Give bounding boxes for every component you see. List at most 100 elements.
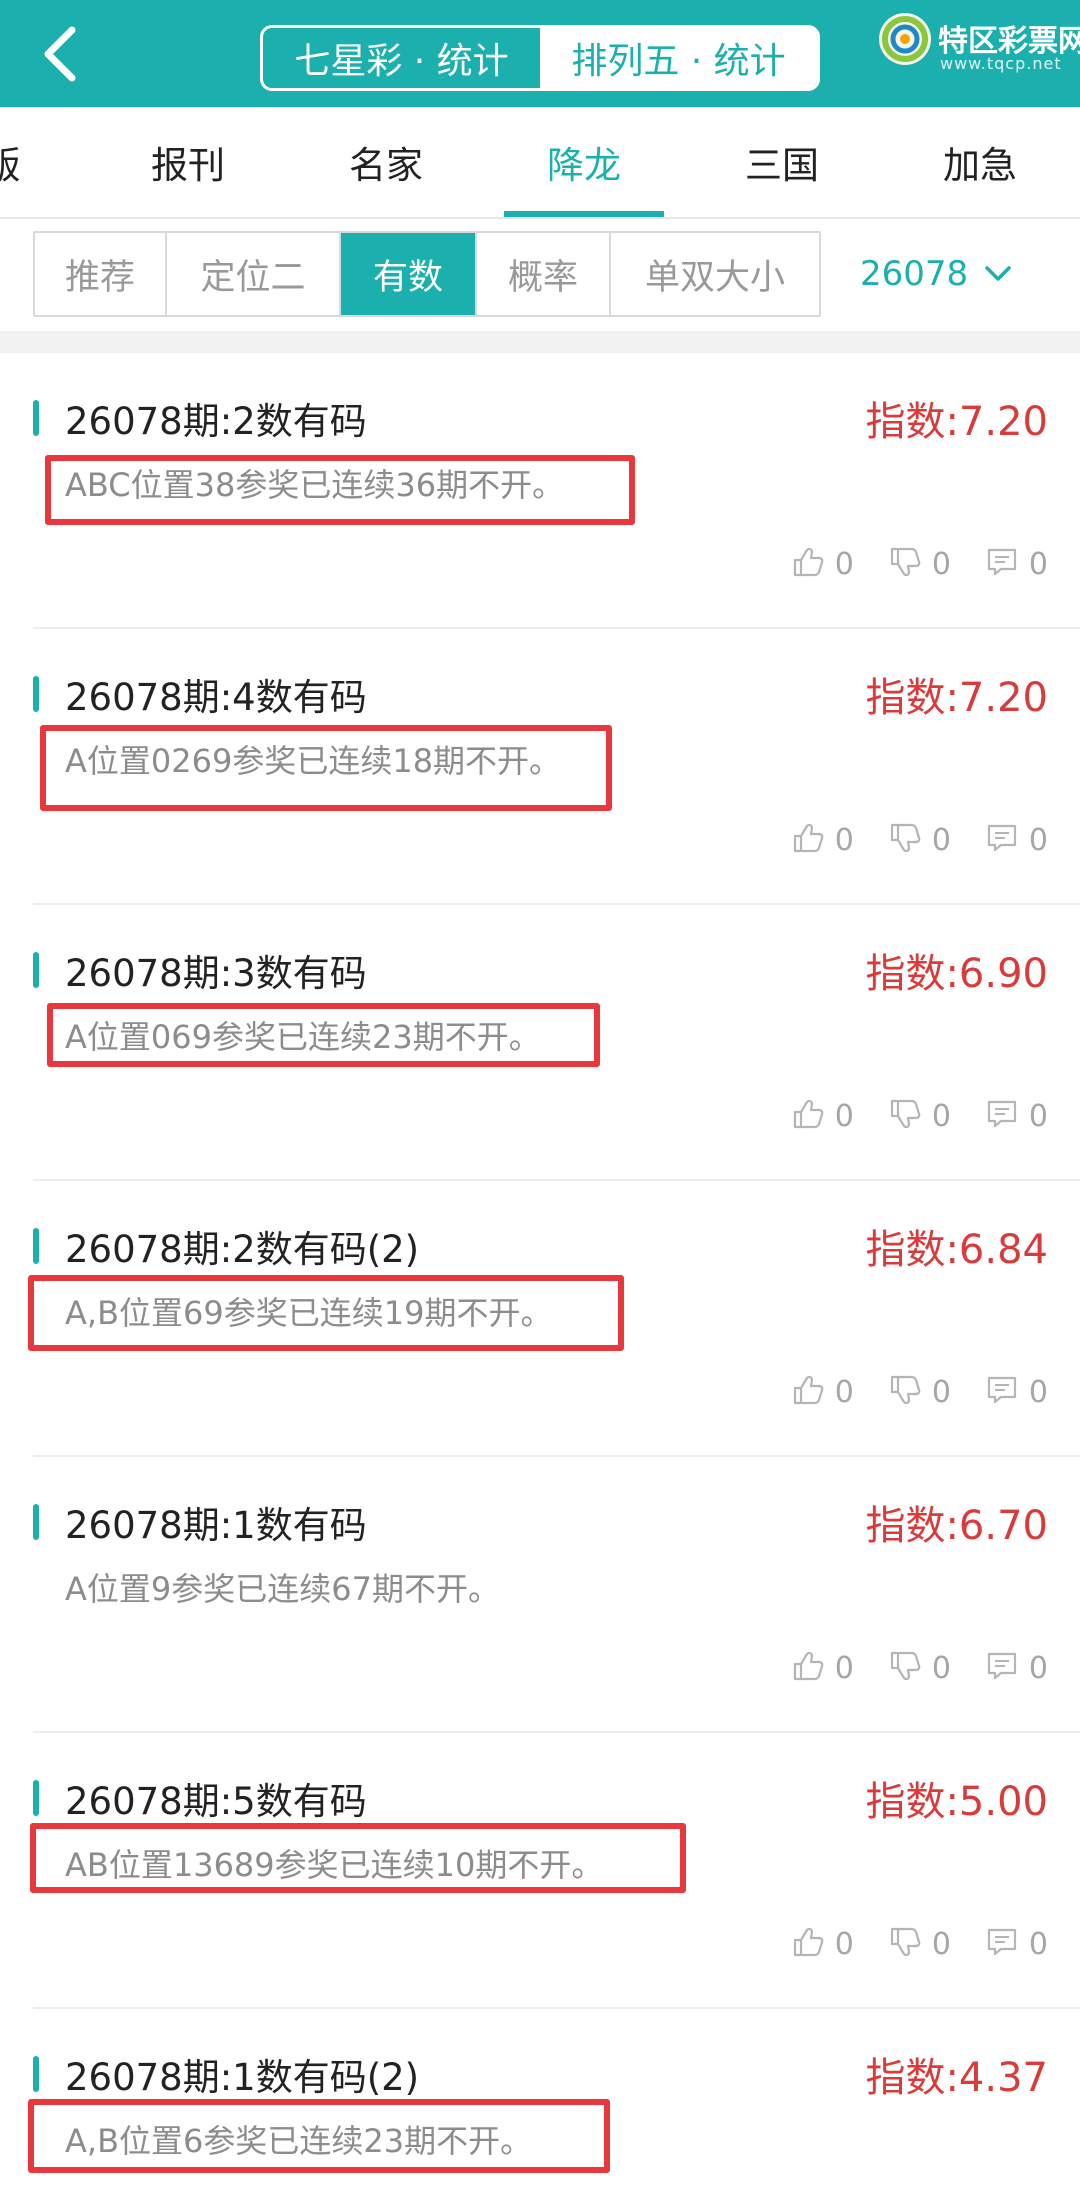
tab-xianglong[interactable]: 降龙	[504, 107, 664, 217]
chevron-left-icon	[44, 26, 76, 82]
logo-swirl-icon	[879, 13, 931, 65]
prediction-card[interactable]: 26078期:2数有码(2) 指数:6.84 A,B位置69参奖已连续19期不开…	[0, 1181, 1080, 1457]
like-button[interactable]: 0	[791, 1649, 854, 1687]
card-title: 26078期:1数有码	[65, 1504, 367, 1547]
card-marker	[33, 1780, 39, 1816]
card-description: A位置9参奖已连续67期不开。	[65, 1570, 500, 1608]
dislike-button[interactable]: 0	[888, 1097, 951, 1135]
dislike-count: 0	[931, 546, 951, 582]
dislike-button[interactable]: 0	[888, 545, 951, 583]
dislike-count: 0	[931, 822, 951, 858]
like-button[interactable]: 0	[791, 1925, 854, 1963]
prediction-list: 26078期:2数有码 指数:7.20 ABC位置38参奖已连续36期不开。 0…	[0, 353, 1080, 2191]
thumbs-down-icon	[888, 1097, 922, 1135]
dislike-count: 0	[931, 1374, 951, 1410]
category-tabs: 版 报刊 名家 降龙 三国 加急	[0, 107, 1080, 219]
prediction-card[interactable]: 26078期:1数有码(2) 指数:4.37 A,B位置6参奖已连续23期不开。…	[0, 2009, 1080, 2191]
tab-ban[interactable]: 版	[0, 107, 82, 217]
comment-icon	[985, 545, 1019, 583]
chevron-down-icon	[985, 266, 1011, 281]
card-marker	[33, 676, 39, 712]
tab-jiaji[interactable]: 加急	[900, 107, 1060, 217]
prediction-card[interactable]: 26078期:5数有码 指数:5.00 AB位置13689参奖已连续10期不开。…	[0, 1733, 1080, 2009]
card-index: 指数:4.37	[865, 2055, 1048, 2101]
tab-sanguo[interactable]: 三国	[702, 107, 862, 217]
comment-count: 0	[1028, 1650, 1048, 1686]
card-title: 26078期:2数有码	[65, 400, 367, 443]
like-button[interactable]: 0	[791, 821, 854, 859]
thumbs-up-icon	[791, 1373, 825, 1411]
card-index: 指数:7.20	[865, 675, 1048, 721]
site-logo: 特区彩票网 www.tqcp.net	[876, 6, 1080, 86]
issue-dropdown[interactable]: 26078	[860, 231, 1060, 317]
thumbs-down-icon	[888, 1925, 922, 1963]
card-title: 26078期:5数有码	[65, 1780, 367, 1823]
like-button[interactable]: 0	[791, 1373, 854, 1411]
comment-count: 0	[1028, 822, 1048, 858]
like-count: 0	[834, 1374, 854, 1410]
comment-button[interactable]: 0	[985, 1649, 1048, 1687]
filter-gailv[interactable]: 概率	[477, 233, 611, 315]
section-gap	[0, 331, 1080, 353]
comment-count: 0	[1028, 1374, 1048, 1410]
like-button[interactable]: 0	[791, 545, 854, 583]
comment-icon	[985, 1097, 1019, 1135]
card-description: AB位置13689参奖已连续10期不开。	[65, 1846, 604, 1884]
prediction-card[interactable]: 26078期:2数有码 指数:7.20 ABC位置38参奖已连续36期不开。 0…	[0, 353, 1080, 629]
like-count: 0	[834, 822, 854, 858]
thumbs-down-icon	[888, 1649, 922, 1687]
comment-count: 0	[1028, 1926, 1048, 1962]
dislike-button[interactable]: 0	[888, 821, 951, 859]
thumbs-up-icon	[791, 545, 825, 583]
card-title: 26078期:4数有码	[65, 676, 367, 719]
comment-button[interactable]: 0	[985, 1097, 1048, 1135]
tab-mingjia[interactable]: 名家	[306, 107, 466, 217]
card-actions: 0 0 0	[757, 1649, 1048, 1687]
prediction-card[interactable]: 26078期:3数有码 指数:6.90 A位置069参奖已连续23期不开。 0 …	[0, 905, 1080, 1181]
issue-value: 26078	[860, 254, 969, 294]
comment-icon	[985, 1373, 1019, 1411]
dislike-count: 0	[931, 1650, 951, 1686]
prediction-card[interactable]: 26078期:1数有码 指数:6.70 A位置9参奖已连续67期不开。 0 0 …	[0, 1457, 1080, 1733]
card-marker	[33, 952, 39, 988]
card-index: 指数:5.00	[865, 1779, 1048, 1825]
card-index: 指数:6.84	[865, 1227, 1048, 1273]
like-button[interactable]: 0	[791, 1097, 854, 1135]
card-marker	[33, 2056, 39, 2092]
thumbs-down-icon	[888, 821, 922, 859]
like-count: 0	[834, 1098, 854, 1134]
card-description: A位置069参奖已连续23期不开。	[65, 1018, 541, 1056]
comment-button[interactable]: 0	[985, 1925, 1048, 1963]
back-button[interactable]	[28, 22, 92, 86]
comment-button[interactable]: 0	[985, 1373, 1048, 1411]
comment-icon	[985, 1649, 1019, 1687]
dislike-button[interactable]: 0	[888, 1925, 951, 1963]
card-index: 指数:6.70	[865, 1503, 1048, 1549]
top-header: 七星彩 · 统计 排列五 · 统计 特区彩票网 www.tqcp.net	[0, 0, 1080, 107]
card-title: 26078期:2数有码(2)	[65, 1228, 420, 1271]
segment-qixingcai[interactable]: 七星彩 · 统计	[263, 28, 540, 88]
card-title: 26078期:3数有码	[65, 952, 367, 995]
segment-pailiewu[interactable]: 排列五 · 统计	[540, 28, 817, 88]
filter-bar: 推荐 定位二 有数 概率 单双大小 26078	[0, 219, 1080, 331]
filter-chips: 推荐 定位二 有数 概率 单双大小	[33, 231, 821, 317]
comment-button[interactable]: 0	[985, 821, 1048, 859]
dislike-button[interactable]: 0	[888, 1649, 951, 1687]
comment-count: 0	[1028, 1098, 1048, 1134]
comment-icon	[985, 821, 1019, 859]
tab-baokan[interactable]: 报刊	[108, 107, 268, 217]
filter-tuijian[interactable]: 推荐	[35, 233, 167, 315]
card-description: A,B位置6参奖已连续23期不开。	[65, 2122, 533, 2160]
filter-youshu[interactable]: 有数	[341, 233, 477, 315]
comment-icon	[985, 1925, 1019, 1963]
dislike-count: 0	[931, 1098, 951, 1134]
card-marker	[33, 400, 39, 436]
prediction-card[interactable]: 26078期:4数有码 指数:7.20 A位置0269参奖已连续18期不开。 0…	[0, 629, 1080, 905]
thumbs-down-icon	[888, 1373, 922, 1411]
dislike-button[interactable]: 0	[888, 1373, 951, 1411]
filter-danshuangdaxiao[interactable]: 单双大小	[611, 233, 819, 315]
like-count: 0	[834, 1926, 854, 1962]
filter-dingweier[interactable]: 定位二	[167, 233, 341, 315]
comment-button[interactable]: 0	[985, 545, 1048, 583]
card-marker	[33, 1504, 39, 1540]
